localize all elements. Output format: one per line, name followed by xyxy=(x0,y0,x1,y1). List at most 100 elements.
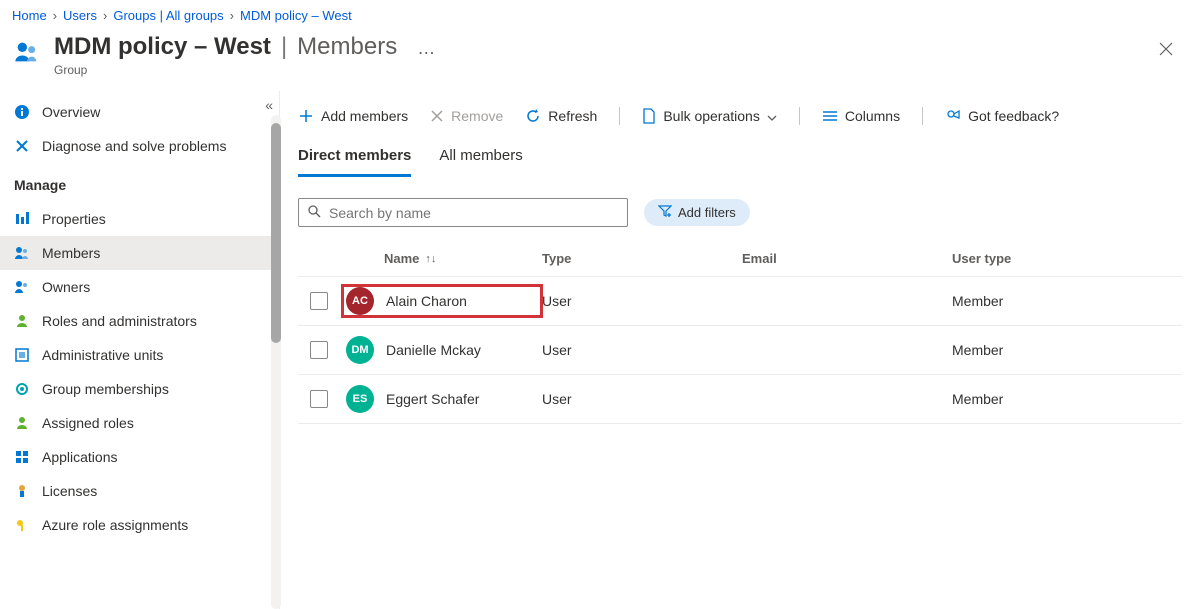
filter-icon xyxy=(658,204,672,221)
main-content: Add members Remove Refresh Bulk operatio xyxy=(280,91,1200,609)
scrollbar-thumb[interactable] xyxy=(271,123,281,343)
row-checkbox[interactable] xyxy=(310,390,328,408)
sidebar-item-applications[interactable]: Applications xyxy=(0,440,279,474)
title-separator: | xyxy=(281,33,287,61)
name-cell[interactable]: AC Alain Charon xyxy=(342,285,542,317)
columns-icon xyxy=(822,110,838,122)
refresh-icon xyxy=(525,108,541,124)
sidebar-item-owners[interactable]: Owners xyxy=(0,270,279,304)
columns-button[interactable]: Columns xyxy=(822,108,900,124)
sidebar-item-label: Members xyxy=(42,245,100,261)
sidebar-item-roles[interactable]: Roles and administrators xyxy=(0,304,279,338)
remove-button: Remove xyxy=(430,108,503,124)
breadcrumb: Home › Users › Groups | All groups › MDM… xyxy=(0,0,1200,27)
table-row[interactable]: DMDanielle MckayUserMember xyxy=(298,325,1182,374)
breadcrumb-users[interactable]: Users xyxy=(63,8,97,23)
info-icon xyxy=(14,104,30,120)
document-icon xyxy=(642,108,656,124)
refresh-button[interactable]: Refresh xyxy=(525,108,597,124)
add-members-button[interactable]: Add members xyxy=(298,108,408,124)
column-header-name[interactable]: Name ↑↓ xyxy=(342,251,542,266)
row-checkbox[interactable] xyxy=(310,341,328,359)
add-filters-label: Add filters xyxy=(678,205,736,220)
toolbar-divider xyxy=(922,107,923,125)
member-name: Eggert Schafer xyxy=(386,391,479,407)
bulk-operations-button[interactable]: Bulk operations xyxy=(642,108,777,124)
members-icon xyxy=(14,245,30,261)
breadcrumb-groups[interactable]: Groups | All groups xyxy=(113,8,223,23)
assigned-roles-icon xyxy=(14,415,30,431)
page-subtitle: Group xyxy=(54,63,435,77)
sidebar: « Overview Diagnose and solve problems M… xyxy=(0,91,280,609)
plus-icon xyxy=(298,108,314,124)
sidebar-item-label: Applications xyxy=(42,449,118,465)
toolbar-label: Add members xyxy=(321,108,408,124)
member-name: Alain Charon xyxy=(386,293,467,309)
breadcrumb-home[interactable]: Home xyxy=(12,8,47,23)
sidebar-heading-manage: Manage xyxy=(0,163,279,202)
sidebar-item-label: Owners xyxy=(42,279,90,295)
sidebar-item-diagnose[interactable]: Diagnose and solve problems xyxy=(0,129,279,163)
sidebar-item-label: Roles and administrators xyxy=(42,313,197,329)
sidebar-item-properties[interactable]: Properties xyxy=(0,202,279,236)
member-type: User xyxy=(542,391,742,407)
sidebar-item-members[interactable]: Members xyxy=(0,236,279,270)
feedback-icon xyxy=(945,108,961,124)
member-user-type: Member xyxy=(952,293,1112,309)
row-checkbox[interactable] xyxy=(310,292,328,310)
member-type: User xyxy=(542,293,742,309)
avatar: AC xyxy=(346,287,374,315)
sidebar-item-label: Diagnose and solve problems xyxy=(42,138,226,154)
member-name: Danielle Mckay xyxy=(386,342,481,358)
feedback-button[interactable]: Got feedback? xyxy=(945,108,1059,124)
toolbar-divider xyxy=(619,107,620,125)
properties-icon xyxy=(14,211,30,227)
tab-all-members[interactable]: All members xyxy=(439,141,522,177)
table-row[interactable]: ESEggert SchaferUserMember xyxy=(298,374,1182,424)
more-actions-icon[interactable]: … xyxy=(417,36,435,60)
sidebar-item-assigned-roles[interactable]: Assigned roles xyxy=(0,406,279,440)
search-icon xyxy=(307,204,321,221)
search-box[interactable] xyxy=(298,198,628,227)
gear-icon xyxy=(14,381,30,397)
sidebar-item-admin-units[interactable]: Administrative units xyxy=(0,338,279,372)
sidebar-item-overview[interactable]: Overview xyxy=(0,95,279,129)
sidebar-item-label: Licenses xyxy=(42,483,97,499)
close-icon[interactable] xyxy=(1152,35,1180,63)
toolbar: Add members Remove Refresh Bulk operatio xyxy=(298,99,1182,141)
sidebar-item-label: Properties xyxy=(42,211,106,227)
x-icon xyxy=(430,109,444,123)
add-filters-button[interactable]: Add filters xyxy=(644,199,750,226)
column-header-user-type[interactable]: User type xyxy=(952,251,1112,266)
page-section: Members xyxy=(297,33,397,61)
sidebar-item-licenses[interactable]: Licenses xyxy=(0,474,279,508)
sidebar-item-group-memberships[interactable]: Group memberships xyxy=(0,372,279,406)
breadcrumb-current[interactable]: MDM policy – West xyxy=(240,8,352,23)
page-title: MDM policy – West xyxy=(54,33,271,61)
search-input[interactable] xyxy=(329,205,619,221)
sidebar-item-label: Assigned roles xyxy=(42,415,134,431)
owners-icon xyxy=(14,279,30,295)
column-label: Name xyxy=(384,251,419,266)
roles-icon xyxy=(14,313,30,329)
toolbar-label: Bulk operations xyxy=(663,108,760,124)
name-cell[interactable]: DMDanielle Mckay xyxy=(342,334,542,366)
chevron-right-icon: › xyxy=(230,8,234,23)
tab-direct-members[interactable]: Direct members xyxy=(298,141,411,177)
sort-icon: ↑↓ xyxy=(425,253,436,265)
column-header-type[interactable]: Type xyxy=(542,251,742,266)
table-header: Name ↑↓ Type Email User type xyxy=(298,243,1182,276)
name-cell[interactable]: ESEggert Schafer xyxy=(342,383,542,415)
page-header: MDM policy – West | Members … Group xyxy=(0,27,1200,91)
filter-row: Add filters xyxy=(298,198,1182,227)
column-header-email[interactable]: Email xyxy=(742,251,952,266)
toolbar-divider xyxy=(799,107,800,125)
sidebar-item-azure-role[interactable]: Azure role assignments xyxy=(0,508,279,542)
admin-units-icon xyxy=(14,347,30,363)
toolbar-label: Refresh xyxy=(548,108,597,124)
licenses-icon xyxy=(14,483,30,499)
table-row[interactable]: AC Alain Charon User Member xyxy=(298,276,1182,325)
table-body: AC Alain Charon User Member DMDanielle Mckay… xyxy=(298,276,1182,424)
collapse-sidebar-icon[interactable]: « xyxy=(265,97,273,113)
group-icon xyxy=(12,37,42,67)
